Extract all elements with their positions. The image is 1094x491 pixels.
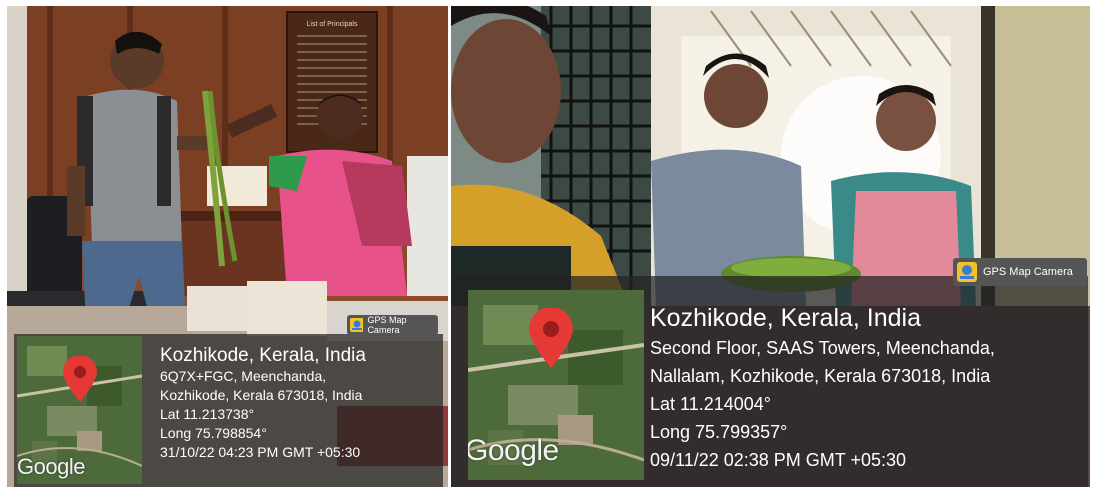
gps-map-camera-badge: GPS Map Camera [347,315,438,335]
timestamp: 31/10/22 04:23 PM GMT +05:30 [160,444,361,460]
address-line-1: Second Floor, SAAS Towers, Meenchanda, [650,338,995,358]
satellite-map: Google [17,336,142,484]
geotag-info: Kozhikode, Kerala, India Second Floor, S… [650,302,995,474]
latitude: Lat 11.213738° [160,406,255,422]
latitude: Lat 11.214004° [650,394,771,414]
address-line-1: 6Q7X+FGC, Meenchanda, [160,368,327,384]
gps-map-camera-label: GPS Map Camera [367,315,407,335]
google-logo: Google [17,454,85,479]
gps-map-camera-icon [957,262,977,282]
gps-map-camera-badge: GPS Map Camera [953,258,1087,286]
gps-map-camera-icon [350,318,364,332]
photo-left: List of Principals Google GPS Map Camera… [7,6,448,487]
location-title: Kozhikode, Kerala, India [160,345,366,366]
location-title: Kozhikode, Kerala, India [650,304,922,332]
principals-board-title: List of Principals [307,21,358,28]
address-line-2: Kozhikode, Kerala 673018, India [160,387,363,403]
photo-right: Google GPS Map Camera Kozhikode, Kerala,… [451,6,1090,487]
satellite-map: Google [468,290,644,480]
location-pin-icon [63,356,97,402]
gps-map-camera-label: GPS Map Camera [983,266,1073,278]
location-pin-icon [529,308,573,368]
address-line-2: Nallalam, Kozhikode, Kerala 673018, Indi… [650,366,991,386]
google-logo: Google [468,434,559,467]
longitude: Long 75.798854° [160,425,267,441]
longitude: Long 75.799357° [650,422,788,442]
geotag-info: Kozhikode, Kerala, India 6Q7X+FGC, Meenc… [160,344,366,462]
timestamp: 09/11/22 02:38 PM GMT +05:30 [650,450,906,470]
